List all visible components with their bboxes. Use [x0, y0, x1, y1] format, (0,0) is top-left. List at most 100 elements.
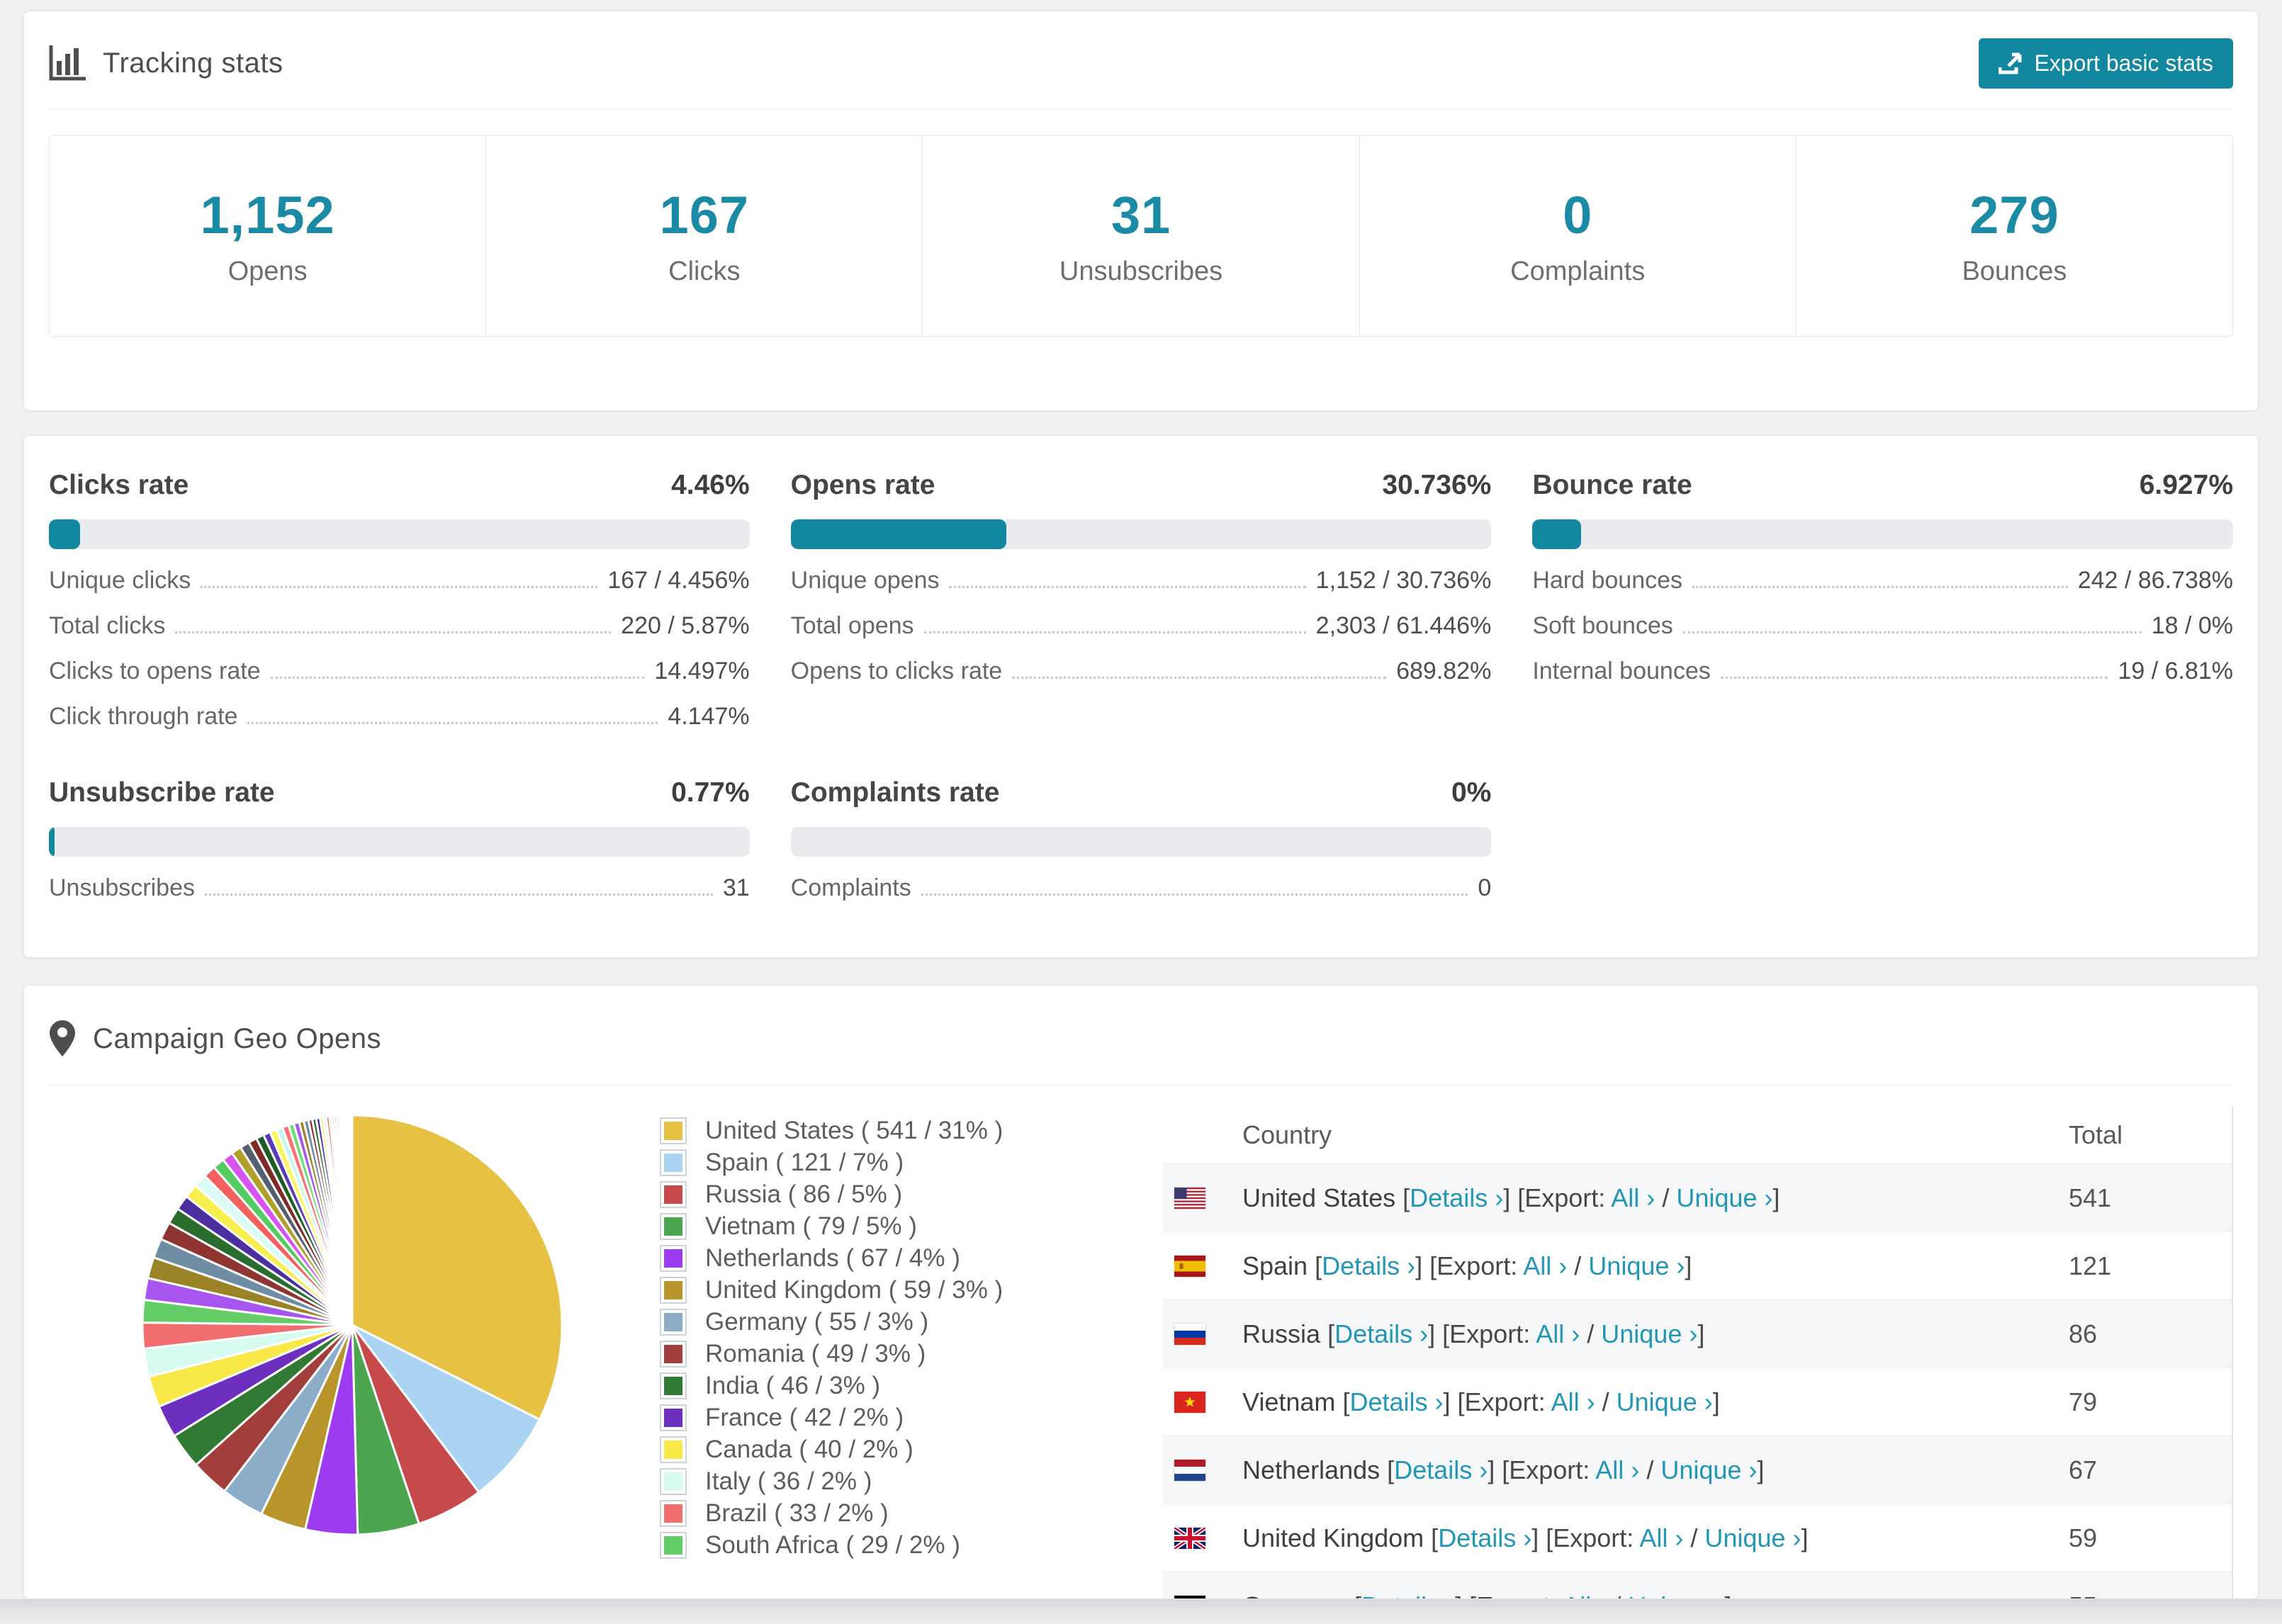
legend-item-romania[interactable]: Romania ( 49 / 3% )	[660, 1340, 1135, 1368]
page: Tracking stats Export basic stats 1,152 …	[0, 0, 2282, 1624]
flag-ru-icon	[1174, 1323, 1205, 1345]
export-unique-link[interactable]: Unique ›	[1628, 1591, 1724, 1599]
rate-title: Clicks rate	[49, 470, 189, 500]
geo-table-row-netherlands: Netherlands [Details ›] [Export: All › /…	[1163, 1436, 2232, 1504]
legend-item-spain[interactable]: Spain ( 121 / 7% )	[660, 1149, 1135, 1177]
rate-rows: Hard bounces 242 / 86.738% Soft bounces …	[1532, 567, 2233, 685]
country-total: 55	[2069, 1591, 2232, 1599]
geo-header: Campaign Geo Opens	[49, 1015, 2233, 1062]
details-link[interactable]: Details ›	[1322, 1251, 1415, 1280]
legend-item-italy[interactable]: Italy ( 36 / 2% )	[660, 1467, 1135, 1496]
dotted-leader	[201, 586, 598, 588]
legend-swatch-icon	[660, 1532, 687, 1559]
flag-vn-icon	[1174, 1391, 1205, 1413]
rate-panel-bounce-rate: Bounce rate 6.927% Hard bounces 242 / 86…	[1532, 470, 2233, 731]
rate-title: Bounce rate	[1532, 470, 1692, 500]
summary-row: 1,152 Opens 167 Clicks 31 Unsubscribes 0…	[49, 135, 2233, 337]
country-total: 541	[2069, 1183, 2112, 1212]
page-title: Tracking stats	[103, 47, 283, 79]
flag-es-icon	[1174, 1255, 1205, 1277]
legend-item-brazil[interactable]: Brazil ( 33 / 2% )	[660, 1499, 1135, 1528]
stat-value: 31	[722, 874, 750, 901]
summary-label: Bounces	[1962, 256, 2067, 286]
country-cell: Vietnam [Details ›] [Export: All › / Uni…	[1242, 1387, 1720, 1416]
details-link[interactable]: Details ›	[1349, 1387, 1443, 1416]
legend-swatch-icon	[660, 1181, 687, 1208]
stat-value: 14.497%	[654, 658, 750, 684]
country-name: Vietnam	[1242, 1387, 1336, 1416]
header-divider	[49, 109, 2233, 110]
export-unique-link[interactable]: Unique ›	[1676, 1183, 1772, 1212]
stat-row-total-opens: Total opens 2,303 / 61.446%	[791, 612, 1492, 640]
legend-item-germany[interactable]: Germany ( 55 / 3% )	[660, 1308, 1135, 1336]
legend-item-russia[interactable]: Russia ( 86 / 5% )	[660, 1180, 1135, 1209]
stat-value: 2,303 / 61.446%	[1315, 612, 1492, 639]
stat-label: Opens to clicks rate	[790, 658, 1003, 684]
export-unique-link[interactable]: Unique ›	[1617, 1387, 1713, 1416]
rate-head: Opens rate 30.736%	[791, 470, 1492, 501]
rate-value: 30.736%	[1382, 470, 1492, 500]
export-all-link[interactable]: All ›	[1611, 1183, 1655, 1212]
export-all-link[interactable]: All ›	[1523, 1251, 1567, 1280]
legend-item-vietnam[interactable]: Vietnam ( 79 / 5% )	[660, 1212, 1135, 1241]
export-all-link[interactable]: All ›	[1551, 1387, 1595, 1416]
rate-panel-unsubscribe-rate: Unsubscribe rate 0.77% Unsubscribes 31	[49, 777, 750, 902]
details-link[interactable]: Details ›	[1394, 1455, 1488, 1484]
details-link[interactable]: Details ›	[1361, 1591, 1455, 1599]
export-all-link[interactable]: All ›	[1639, 1523, 1683, 1552]
stat-label: Total opens	[790, 612, 914, 639]
export-unique-link[interactable]: Unique ›	[1660, 1455, 1757, 1484]
rate-title: Unsubscribe rate	[49, 777, 275, 808]
rate-panel-clicks-rate: Clicks rate 4.46% Unique clicks 167 / 4.…	[49, 470, 750, 731]
bottom-page-edge	[0, 1599, 2282, 1624]
export-unique-link[interactable]: Unique ›	[1704, 1523, 1801, 1552]
country-total: 86	[2069, 1319, 2098, 1348]
export-unique-link[interactable]: Unique ›	[1588, 1251, 1685, 1280]
rate-progress-bar	[49, 827, 750, 857]
geo-table-row-russia: Russia [Details ›] [Export: All › / Uniq…	[1163, 1299, 2232, 1368]
stat-value: 220 / 5.87%	[621, 612, 750, 639]
stat-row-complaints: Complaints 0	[791, 874, 1492, 902]
export-all-link[interactable]: All ›	[1595, 1455, 1639, 1484]
legend-item-canada[interactable]: Canada ( 40 / 2% )	[660, 1436, 1135, 1464]
legend-swatch-icon	[660, 1500, 687, 1527]
legend-item-india[interactable]: India ( 46 / 3% )	[660, 1372, 1135, 1400]
legend-item-united-kingdom[interactable]: United Kingdom ( 59 / 3% )	[660, 1276, 1135, 1304]
rate-progress-bar	[790, 827, 1492, 857]
export-all-link[interactable]: All ›	[1536, 1319, 1580, 1348]
country-total: 121	[2069, 1251, 2112, 1280]
rate-progress-bar	[1532, 519, 2233, 549]
geo-table-row-united-kingdom: United Kingdom [Details ›] [Export: All …	[1163, 1504, 2232, 1572]
stat-label: Unsubscribes	[49, 874, 195, 901]
summary-box-unsubscribes: 31 Unsubscribes	[923, 136, 1359, 336]
country-name: Russia	[1242, 1319, 1321, 1348]
summary-label: Opens	[227, 256, 308, 286]
export-all-link[interactable]: All ›	[1563, 1591, 1607, 1599]
country-cell: Netherlands [Details ›] [Export: All › /…	[1242, 1455, 1765, 1484]
country-cell: United Kingdom [Details ›] [Export: All …	[1242, 1523, 1809, 1552]
legend-item-south-africa[interactable]: South Africa ( 29 / 2% )	[660, 1531, 1135, 1560]
export-icon	[1999, 52, 2022, 74]
rate-rows: Complaints 0	[791, 874, 1492, 902]
details-link[interactable]: Details ›	[1334, 1319, 1428, 1348]
export-unique-link[interactable]: Unique ›	[1601, 1319, 1697, 1348]
summary-value: 167	[659, 186, 750, 244]
legend-item-united-states[interactable]: United States ( 541 / 31% )	[660, 1117, 1135, 1145]
legend-swatch-icon	[660, 1149, 687, 1176]
legend-label: France ( 42 / 2% )	[705, 1404, 904, 1431]
legend-item-france[interactable]: France ( 42 / 2% )	[660, 1404, 1135, 1432]
tracking-stats-header: Tracking stats Export basic stats	[49, 38, 2233, 89]
country-cell: Russia [Details ›] [Export: All › / Uniq…	[1242, 1319, 1705, 1348]
geo-pie-chart[interactable]	[140, 1112, 565, 1538]
legend-item-netherlands[interactable]: Netherlands ( 67 / 4% )	[660, 1244, 1135, 1273]
summary-box-bounces: 279 Bounces	[1796, 136, 2232, 336]
details-link[interactable]: Details ›	[1410, 1183, 1503, 1212]
export-basic-stats-button[interactable]: Export basic stats	[1979, 38, 2233, 89]
country-name: Netherlands	[1242, 1455, 1381, 1484]
stat-label: Unique opens	[790, 567, 940, 594]
geo-table-row-germany: Germany [Details ›] [Export: All › / Uni…	[1163, 1572, 2232, 1599]
flag-gb-icon	[1174, 1527, 1205, 1549]
details-link[interactable]: Details ›	[1438, 1523, 1531, 1552]
country-cell: Spain [Details ›] [Export: All › / Uniqu…	[1242, 1251, 1692, 1280]
summary-label: Clicks	[668, 256, 741, 286]
